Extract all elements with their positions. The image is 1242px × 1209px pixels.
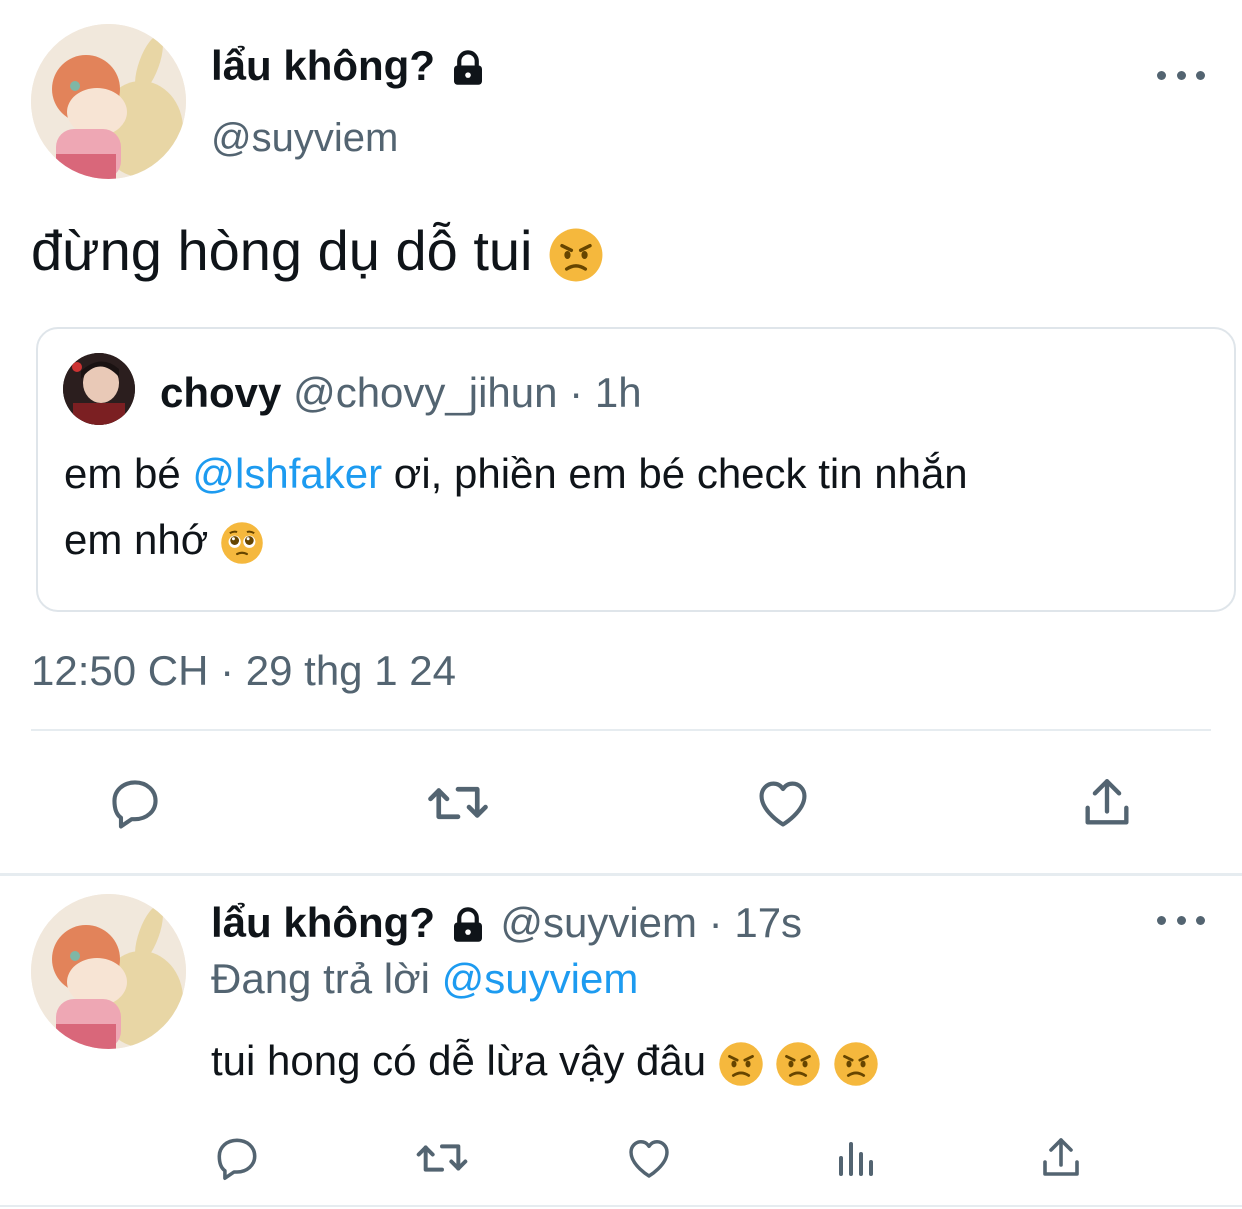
reply-reply-button[interactable]	[207, 1130, 267, 1186]
author-avatar[interactable]	[31, 24, 186, 179]
reply-icon	[217, 1138, 257, 1180]
author-display-name[interactable]: lẩu không?	[211, 40, 489, 92]
heart-icon	[629, 1140, 669, 1178]
quoted-text-line2-content: em nhớ	[64, 516, 209, 563]
reply-icon	[112, 779, 158, 828]
quoted-avatar-image	[63, 353, 135, 425]
more-dot	[1176, 70, 1186, 80]
more-options-button[interactable]	[1157, 63, 1205, 87]
reply-avatar-image	[31, 894, 186, 1049]
quoted-author-avatar	[63, 353, 135, 425]
reply-share-button[interactable]	[1031, 1130, 1091, 1186]
tweet-text-content: đừng hòng dụ dỗ tui	[31, 219, 533, 282]
pleading-face-icon	[221, 522, 263, 564]
angry-face-icon	[834, 1042, 878, 1086]
retweet-icon	[428, 786, 488, 819]
quoted-text-line2: em nhớ	[64, 507, 968, 573]
reply-header: lẩu không? @suyviem · 17s	[211, 897, 802, 949]
tweet-timestamp[interactable]: 12:50 CH · 29 thg 1 24	[31, 644, 456, 698]
author-handle[interactable]: @suyviem	[211, 112, 398, 164]
like-button[interactable]	[743, 765, 823, 840]
quoted-text-after: ơi, phiền em bé check tin nhắn	[382, 450, 968, 497]
angry-face-icon	[776, 1042, 821, 1086]
replying-to-line: Đang trả lời @suyviem	[211, 953, 638, 1005]
quoted-tweet-card[interactable]: chovy @chovy_jihun · 1h em bé @lshfaker …	[36, 327, 1236, 612]
more-dot	[1157, 915, 1166, 925]
reply-text: tui hong có dễ lừa vậy đâu	[211, 1033, 879, 1089]
quoted-mention-link[interactable]: @lshfaker	[192, 450, 382, 497]
lock-icon	[453, 907, 482, 942]
bottom-divider	[0, 1205, 1242, 1207]
display-name-text: lẩu không?	[211, 42, 435, 89]
angry-face-icon	[549, 228, 603, 282]
more-dot	[1157, 70, 1166, 80]
reply-display-name[interactable]: lẩu không?	[211, 899, 435, 946]
quoted-text: em bé @lshfaker ơi, phiền em bé check ti…	[64, 441, 968, 573]
reply-text-content: tui hong có dễ lừa vậy đâu	[211, 1037, 707, 1084]
share-button[interactable]	[1067, 765, 1147, 840]
quoted-text-before: em bé	[64, 450, 193, 497]
heart-icon	[759, 781, 807, 827]
reply-handle-time[interactable]: @suyviem · 17s	[500, 899, 802, 946]
more-dot	[1196, 70, 1205, 80]
angry-face-icon	[719, 1042, 763, 1086]
more-dot	[1196, 915, 1205, 925]
reply-author-avatar[interactable]	[31, 894, 186, 1049]
quoted-handle-time: @chovy_jihun · 1h	[293, 369, 642, 416]
more-dot	[1176, 915, 1186, 925]
views-icon	[839, 1142, 873, 1176]
reply-like-button[interactable]	[619, 1130, 679, 1186]
tweet-text: đừng hòng dụ dỗ tui	[31, 218, 604, 284]
share-icon	[1043, 1138, 1079, 1176]
avatar-image	[31, 24, 186, 179]
timestamp-divider	[31, 729, 1211, 731]
reply-views-button[interactable]	[825, 1130, 885, 1186]
section-divider	[0, 873, 1242, 876]
quoted-display-name: chovy	[160, 369, 282, 416]
retweet-button[interactable]	[418, 765, 498, 840]
replying-to-link[interactable]: @suyviem	[442, 955, 639, 1002]
lock-icon	[453, 50, 482, 85]
retweet-icon	[416, 1144, 468, 1172]
reply-retweet-button[interactable]	[412, 1130, 472, 1186]
reply-more-options-button[interactable]	[1157, 908, 1205, 932]
quoted-text-line1: em bé @lshfaker ơi, phiền em bé check ti…	[64, 441, 968, 507]
quoted-header: chovy @chovy_jihun · 1h	[160, 367, 642, 419]
reply-button[interactable]	[95, 765, 175, 840]
share-icon	[1085, 778, 1129, 825]
replying-to-label: Đang trả lời	[211, 955, 442, 1002]
